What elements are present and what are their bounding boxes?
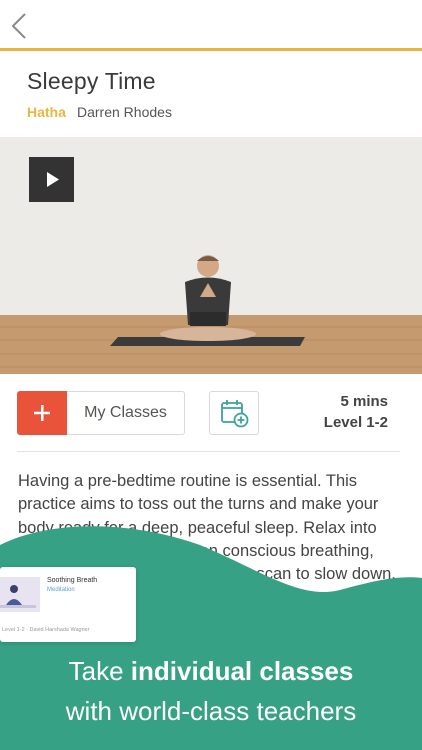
tagline-bold: individual classes: [130, 656, 354, 686]
class-level: Level 1-2: [323, 414, 388, 431]
class-style[interactable]: Hatha: [27, 104, 66, 120]
chevron-left-icon[interactable]: [10, 12, 28, 40]
promo-class-card: Soothing Breath Meditation Level 1-2 · D…: [0, 567, 136, 642]
plus-icon: [34, 405, 50, 421]
class-duration: 5 mins: [340, 393, 388, 410]
card-title: Soothing Breath: [47, 577, 98, 584]
play-icon: [47, 172, 59, 187]
card-meta: Level 1-2 · David Harshada Wagner: [2, 627, 90, 633]
play-button[interactable]: [29, 157, 74, 202]
calendar-add-icon: [221, 400, 249, 428]
card-subtitle: Meditation: [47, 587, 75, 593]
tagline-line1: Take individual classes: [0, 656, 422, 687]
top-bar: [0, 0, 422, 50]
tagline-line2: with world-class teachers: [65, 696, 357, 726]
teacher-name[interactable]: Darren Rhodes: [77, 104, 172, 120]
add-to-my-classes-button[interactable]: [17, 391, 67, 435]
accent-divider: [0, 48, 422, 51]
class-title: Sleepy Time: [27, 68, 156, 94]
card-thumbnail: [0, 577, 40, 612]
my-classes-button[interactable]: My Classes: [67, 391, 185, 435]
section-divider: [17, 451, 400, 452]
tagline-prefix: Take: [68, 656, 131, 686]
add-to-calendar-button[interactable]: [209, 391, 259, 435]
